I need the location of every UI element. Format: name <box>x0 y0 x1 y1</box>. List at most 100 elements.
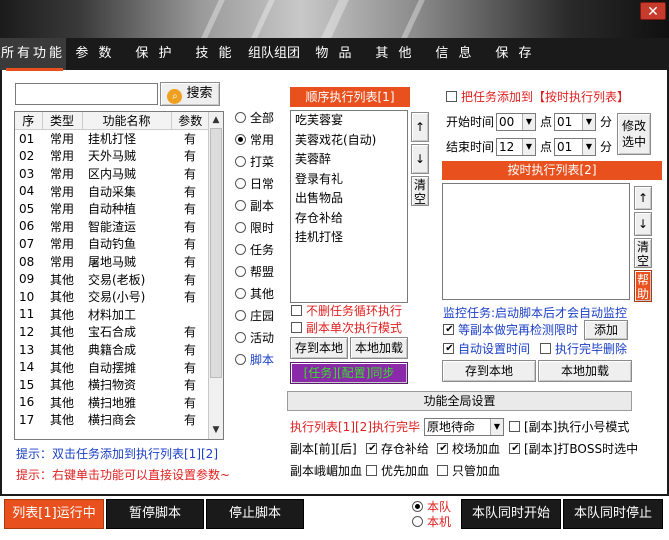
machine-radio-dot[interactable] <box>412 516 423 527</box>
restock-checkbox[interactable]: 存仓补给 <box>366 441 429 457</box>
table-row[interactable]: 03 常用 区内马贼 有 <box>15 165 209 183</box>
title-bar[interactable] <box>0 0 669 38</box>
stop-script-button[interactable]: 停止脚本 <box>206 499 304 529</box>
function-table[interactable]: 序 类型 功能名称 参数 01 常用 挂机打怪有 02 常用 天外马贼有 03 常用 区内马贼有… <box>14 111 224 440</box>
table-row[interactable]: 16 其他 横扫地雅 有 <box>15 394 209 412</box>
machine-radio[interactable]: 本机 <box>412 514 451 530</box>
priority-heal-checkbox-box[interactable] <box>366 465 377 476</box>
column-header-param[interactable]: 参数 <box>171 112 209 131</box>
timed-move-up-button[interactable]: ↑ <box>634 186 652 210</box>
tab-team[interactable]: 组队组团 <box>246 38 302 70</box>
sync-button[interactable]: [任务][配置]同步 <box>290 362 408 384</box>
sequence-list[interactable]: 吃芙蓉宴 芙蓉戏花(自动) 芙蓉醉 登录有礼 出售物品 存仓补给 挂机打怪 <box>290 110 408 303</box>
list-running-button[interactable]: 列表[1]运行中 <box>4 499 104 529</box>
tab-save[interactable]: 保 存 <box>488 38 542 70</box>
only-heal-checkbox[interactable]: 只管加血 <box>437 463 500 479</box>
start-minute-select[interactable]: 01 ▼ <box>554 113 596 131</box>
tab-params[interactable]: 参 数 <box>68 38 122 70</box>
sequence-clear-button[interactable]: 清空 <box>411 176 429 206</box>
only-heal-checkbox-box[interactable] <box>437 465 448 476</box>
scrollbar-thumb[interactable] <box>210 128 222 378</box>
team-start-button[interactable]: 本队同时开始 <box>461 499 561 529</box>
category-radio-dot[interactable] <box>235 156 246 167</box>
category-radio[interactable]: 脚本 <box>235 352 274 368</box>
table-row[interactable]: 01 常用 挂机打怪 有 <box>15 130 209 148</box>
table-row[interactable]: 13 其他 典籍合成 有 <box>15 341 209 359</box>
category-radio-dot[interactable] <box>235 266 246 277</box>
table-row[interactable]: 02 常用 天外马贼 有 <box>15 147 209 165</box>
add-to-timed-checkbox[interactable]: 把任务添加到【按时执行列表】 <box>446 89 629 105</box>
search-button[interactable]: ⌕ 搜索 <box>160 82 220 106</box>
tab-info[interactable]: 信 息 <box>428 38 482 70</box>
table-row[interactable]: 14 其他 自动摆摊 有 <box>15 358 209 376</box>
category-radio-dot[interactable] <box>235 222 246 233</box>
table-row[interactable]: 05 常用 自动种植 有 <box>15 200 209 218</box>
category-radio[interactable]: 帮盟 <box>235 264 274 280</box>
category-radio[interactable]: 常用 <box>235 132 274 148</box>
loop-checkbox-box[interactable] <box>291 305 302 316</box>
pause-script-button[interactable]: 暂停脚本 <box>106 499 204 529</box>
category-radio[interactable]: 活动 <box>235 330 274 346</box>
table-row[interactable]: 11 其他 材料加工 <box>15 306 209 324</box>
close-button[interactable]: ✕ <box>640 2 666 20</box>
scroll-down-icon[interactable]: ▼ <box>209 423 223 437</box>
restock-checkbox-box[interactable] <box>366 443 378 454</box>
sequence-save-local-button[interactable]: 存到本地 <box>290 337 348 359</box>
arena-heal-checkbox[interactable]: 校场加血 <box>437 441 500 457</box>
category-radio-dot[interactable] <box>235 200 246 211</box>
category-radio-dot[interactable] <box>235 310 246 321</box>
single-run-checkbox-box[interactable] <box>291 322 302 333</box>
column-header-type[interactable]: 类型 <box>42 112 83 131</box>
auto-time-checkbox-box[interactable] <box>443 343 455 354</box>
wait-dungeon-checkbox[interactable]: 等副本做完再检测限时 <box>443 322 578 338</box>
list-item[interactable]: 挂机打怪 <box>293 228 407 248</box>
column-header-index[interactable]: 序 <box>15 112 43 131</box>
category-radio-dot[interactable] <box>235 112 246 123</box>
boss-select-checkbox[interactable]: [副本]打BOSS时选中 <box>509 441 638 457</box>
timed-save-local-button[interactable]: 存到本地 <box>442 360 536 382</box>
category-radio[interactable]: 庄园 <box>235 308 274 324</box>
list-item[interactable]: 芙蓉醉 <box>293 150 407 170</box>
table-row[interactable]: 06 常用 智能渣运 有 <box>15 218 209 236</box>
table-row[interactable]: 12 其他 宝石合成 有 <box>15 323 209 341</box>
category-radio-dot[interactable] <box>235 178 246 189</box>
list-item[interactable]: 吃芙蓉宴 <box>293 111 407 131</box>
category-radio[interactable]: 副本 <box>235 198 274 214</box>
list-item[interactable]: 出售物品 <box>293 189 407 209</box>
category-radio-dot[interactable] <box>235 134 246 145</box>
priority-heal-checkbox[interactable]: 优先加血 <box>366 463 429 479</box>
team-radio[interactable]: 本队 <box>412 499 451 515</box>
category-radio[interactable]: 其他 <box>235 286 274 302</box>
sequence-move-up-button[interactable]: ↑ <box>411 112 429 142</box>
table-row[interactable]: 07 常用 自动钓鱼 有 <box>15 235 209 253</box>
column-header-name[interactable]: 功能名称 <box>82 112 172 131</box>
team-radio-dot[interactable] <box>412 501 423 512</box>
small-mode-checkbox[interactable]: [副本]执行小号模式 <box>509 419 629 435</box>
tab-items[interactable]: 物 品 <box>308 38 362 70</box>
category-radio-dot[interactable] <box>235 354 246 365</box>
wait-dungeon-checkbox-box[interactable] <box>443 324 455 335</box>
loop-checkbox[interactable]: 不删任务循环执行 <box>291 303 402 319</box>
timed-list[interactable] <box>442 183 630 300</box>
add-to-timed-checkbox-box[interactable] <box>446 91 457 102</box>
tab-all-functions[interactable]: 所有功能 <box>0 38 66 70</box>
table-row[interactable]: 17 其他 横扫商会 有 <box>15 411 209 429</box>
scroll-up-icon[interactable]: ▲ <box>209 113 223 127</box>
category-radio[interactable]: 限时 <box>235 220 274 236</box>
arena-heal-checkbox-box[interactable] <box>437 443 449 454</box>
table-row[interactable]: 09 其他 交易(老板) 有 <box>15 270 209 288</box>
list-item[interactable]: 芙蓉戏花(自动) <box>293 131 407 151</box>
tab-skills[interactable]: 技 能 <box>188 38 242 70</box>
table-row[interactable]: 04 常用 自动采集 有 <box>15 182 209 200</box>
finish-delete-checkbox-box[interactable] <box>540 343 551 354</box>
end-hour-select[interactable]: 12 ▼ <box>496 138 536 156</box>
category-radio[interactable]: 全部 <box>235 110 274 126</box>
finish-delete-checkbox[interactable]: 执行完毕删除 <box>540 341 627 357</box>
category-radio[interactable]: 日常 <box>235 176 274 192</box>
table-row[interactable]: 08 常用 屠地马贼 有 <box>15 253 209 271</box>
sequence-move-down-button[interactable]: ↓ <box>411 144 429 174</box>
function-table-scrollbar[interactable]: ▲ ▼ <box>208 112 223 439</box>
sequence-load-local-button[interactable]: 本地加载 <box>350 337 408 359</box>
timed-add-button[interactable]: 添加 <box>584 320 628 340</box>
auto-time-checkbox[interactable]: 自动设置时间 <box>443 341 530 357</box>
